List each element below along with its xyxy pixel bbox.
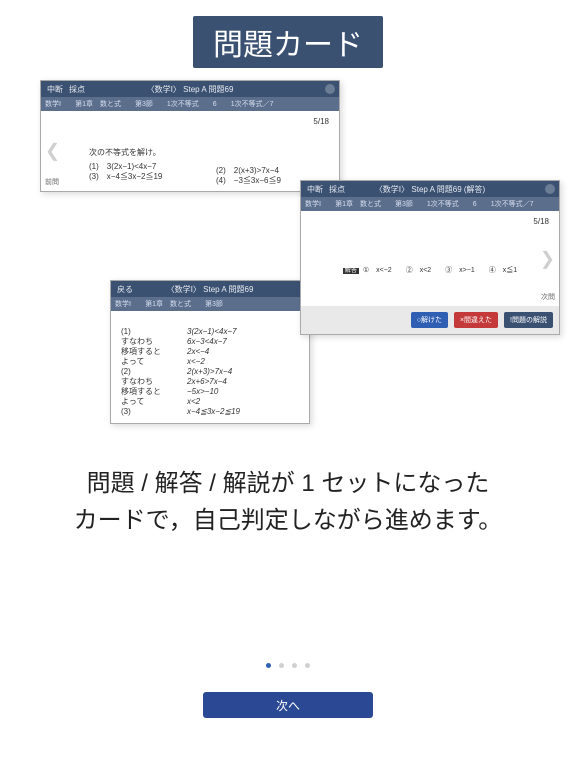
card-title: 〈数学Ⅰ〉 Step A 問題69 (解答): [375, 184, 485, 195]
work-label: (3): [121, 407, 181, 417]
chevron-right-icon[interactable]: ❯: [540, 248, 555, 269]
crumb-section: 第3節: [205, 299, 223, 309]
crumb-subject: 数学Ⅰ: [115, 299, 131, 309]
work-eq: x−4≦3x−2≦19: [187, 407, 299, 417]
crumb-topic: 1次不等式: [167, 99, 199, 109]
crumb-section: 第3節: [135, 99, 153, 109]
equation-3: (3) x−4≦3x−2≦19: [89, 172, 321, 182]
breadcrumb: 数学Ⅰ 第1章 数と式 第3節 1次不等式 6 1次不等式／7: [301, 197, 559, 211]
prev-label[interactable]: 前問: [45, 177, 59, 187]
crumb-num: 6: [473, 201, 477, 208]
card-title: 〈数学Ⅰ〉 Step A 問題69: [167, 284, 254, 295]
work-eq: −5x>−10: [187, 387, 299, 397]
work-label: (2): [121, 367, 181, 377]
score-button[interactable]: 採点: [69, 84, 85, 95]
crumb-chapter: 第1章 数と式: [145, 299, 191, 309]
work-label: 移項すると: [121, 387, 181, 397]
equation-2: (2) 2(x+3)>7x−4: [216, 166, 281, 176]
equation-1: (1) 3(2x−1)<4x−7: [89, 162, 321, 172]
breadcrumb: 数学Ⅰ 第1章 数と式 第3節 1次不等式 6 1次不等式／7: [41, 97, 339, 111]
crumb-type: 1次不等式／7: [491, 199, 534, 209]
next-label[interactable]: 次問: [541, 292, 555, 302]
card-header: 中断 採点 〈数学Ⅰ〉 Step A 問題69: [41, 81, 339, 97]
work-eq: x<−2: [187, 357, 299, 367]
back-button[interactable]: 戻る: [117, 284, 133, 295]
work-eq: 3(2x−1)<4x−7: [187, 327, 299, 337]
work-eq: 6x−3<4x−7: [187, 337, 299, 347]
crumb-num: 6: [213, 101, 217, 108]
crumb-topic: 1次不等式: [427, 199, 459, 209]
crumb-subject: 数学Ⅰ: [45, 99, 61, 109]
card-header: 戻る 〈数学Ⅰ〉 Step A 問題69: [111, 281, 309, 297]
work-label: よって: [121, 397, 181, 407]
crumb-type: 1次不等式／7: [231, 99, 274, 109]
work-label: すなわち: [121, 377, 181, 387]
page-dot[interactable]: [305, 663, 310, 668]
card-header: 中断 採点 〈数学Ⅰ〉 Step A 問題69 (解答): [301, 181, 559, 197]
equation-4: (4) −3≦3x−6≦9: [216, 176, 281, 186]
cards-area: 中断 採点 〈数学Ⅰ〉 Step A 問題69 数学Ⅰ 第1章 数と式 第3節 …: [0, 70, 576, 450]
crumb-subject: 数学Ⅰ: [305, 199, 321, 209]
work-label: 移項すると: [121, 347, 181, 357]
page-dot[interactable]: [266, 663, 271, 668]
explanation-card: 戻る 〈数学Ⅰ〉 Step A 問題69 数学Ⅰ 第1章 数と式 第3節 (1)…: [110, 280, 310, 424]
page-count: 5/18: [313, 117, 329, 126]
answer-line: 解答 ① x<−2 ② x<2 ③ x>−1 ④ x≦1: [319, 265, 541, 275]
work-eq: 2x+6>7x−4: [187, 377, 299, 387]
page-dot[interactable]: [279, 663, 284, 668]
work-label: よって: [121, 357, 181, 367]
work-eq: 2x<−4: [187, 347, 299, 357]
work-eq: x<2: [187, 397, 299, 407]
page-dot[interactable]: [292, 663, 297, 668]
solved-button[interactable]: ○解けた: [411, 312, 448, 328]
breadcrumb: 数学Ⅰ 第1章 数と式 第3節: [111, 297, 309, 311]
answer-card: 中断 採点 〈数学Ⅰ〉 Step A 問題69 (解答) 数学Ⅰ 第1章 数と式…: [300, 180, 560, 335]
close-icon[interactable]: [545, 184, 555, 194]
caption: 問題 / 解答 / 解説が 1 セットになった カードで，自己判定しながら進めま…: [0, 465, 576, 539]
crumb-chapter: 第1章 数と式: [335, 199, 381, 209]
answer-label: 解答: [343, 268, 359, 274]
card-body: 5/18 ❮ 次の不等式を解け。 (1) 3(2x−1)<4x−7 (3) x−…: [41, 111, 339, 191]
next-button[interactable]: 次へ: [203, 692, 373, 718]
card-title: 〈数学Ⅰ〉 Step A 問題69: [147, 84, 234, 95]
answer-buttons: ○解けた ×間違えた !問題の解説: [301, 306, 559, 334]
explain-button[interactable]: !問題の解説: [504, 312, 553, 328]
work-steps: (1) 3(2x−1)<4x−7 すなわち 6x−3<4x−7 移項すると 2x<−4…: [121, 327, 299, 417]
page-dots: [266, 663, 310, 668]
problem-card: 中断 採点 〈数学Ⅰ〉 Step A 問題69 数学Ⅰ 第1章 数と式 第3節 …: [40, 80, 340, 192]
caption-line-1: 問題 / 解答 / 解説が 1 セットになった: [0, 465, 576, 502]
crumb-section: 第3節: [395, 199, 413, 209]
work-label: すなわち: [121, 337, 181, 347]
chevron-left-icon[interactable]: ❮: [45, 141, 60, 162]
score-button[interactable]: 採点: [329, 184, 345, 195]
close-icon[interactable]: [325, 84, 335, 94]
problem-prompt: 次の不等式を解け。: [89, 147, 321, 158]
card-body: (1) 3(2x−1)<4x−7 すなわち 6x−3<4x−7 移項すると 2x<−4…: [111, 311, 309, 423]
crumb-chapter: 第1章 数と式: [75, 99, 121, 109]
page-count: 5/18: [533, 217, 549, 226]
suspend-button[interactable]: 中断: [47, 84, 63, 95]
work-label: (1): [121, 327, 181, 337]
wrong-button[interactable]: ×間違えた: [454, 312, 498, 328]
caption-line-2: カードで，自己判定しながら進めます。: [0, 502, 576, 539]
suspend-button[interactable]: 中断: [307, 184, 323, 195]
work-eq: 2(x+3)>7x−4: [187, 367, 299, 377]
answer-text: ① x<−2 ② x<2 ③ x>−1 ④ x≦1: [363, 267, 517, 274]
card-body: 5/18 ❯ 解答 ① x<−2 ② x<2 ③ x>−1 ④ x≦1 次問: [301, 211, 559, 306]
page-title: 問題カード: [193, 16, 383, 68]
